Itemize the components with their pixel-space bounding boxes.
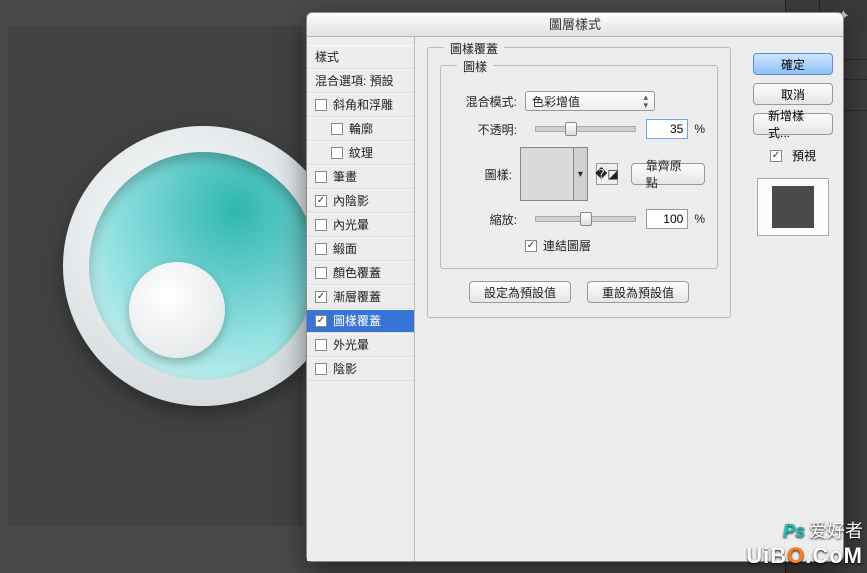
- layer-style-dialog: 圖層樣式 樣式 混合選項: 預設 斜角和浮雕 輪廓 紋理 筆畫 內陰影 內光暈 …: [306, 12, 844, 562]
- pattern-label: 圖樣:: [453, 166, 512, 183]
- style-label: 輪廓: [349, 117, 373, 141]
- default-buttons-row: 設定為預設值 重設為預設值: [440, 281, 718, 303]
- preview-label: 預視: [792, 147, 816, 164]
- blend-mode-row: 混合模式: 色彩增值 ▴▾: [453, 91, 705, 111]
- style-item-bevel[interactable]: 斜角和浮雕: [307, 93, 414, 117]
- reset-default-button[interactable]: 重設為預設值: [587, 281, 689, 303]
- scale-label: 縮放:: [453, 211, 517, 228]
- preview-thumbnail: [772, 186, 814, 228]
- style-label: 圖樣覆蓋: [333, 309, 381, 333]
- fieldset-sub-title: 圖樣: [457, 58, 493, 75]
- checkbox-icon[interactable]: [315, 363, 327, 375]
- pattern-overlay-fieldset: 圖樣覆蓋 圖樣 混合模式: 色彩增值 ▴▾: [427, 47, 731, 318]
- scale-row: 縮放: %: [453, 209, 705, 229]
- style-item-satin[interactable]: 緞面: [307, 237, 414, 261]
- style-label: 內光暈: [333, 213, 369, 237]
- style-list: 樣式 混合選項: 預設 斜角和浮雕 輪廓 紋理 筆畫 內陰影 內光暈 緞面 顏色…: [307, 37, 415, 561]
- style-item-texture[interactable]: 紋理: [307, 141, 414, 165]
- blend-options-item[interactable]: 混合選項: 預設: [307, 69, 414, 93]
- shape-inner-circle: [89, 152, 317, 380]
- document-canvas: [8, 26, 303, 526]
- blend-mode-select[interactable]: 色彩增值 ▴▾: [525, 91, 655, 111]
- style-label: 筆畫: [333, 165, 357, 189]
- style-item-contour[interactable]: 輪廓: [307, 117, 414, 141]
- percent-label: %: [694, 122, 705, 136]
- checkbox-icon[interactable]: [315, 315, 327, 327]
- opacity-slider[interactable]: [535, 126, 636, 132]
- snap-origin-button[interactable]: 靠齊原點: [631, 163, 705, 185]
- checkbox-icon[interactable]: [315, 243, 327, 255]
- opacity-label: 不透明:: [453, 121, 517, 138]
- pattern-picker-arrow[interactable]: ▾: [574, 147, 588, 201]
- style-label: 內陰影: [333, 189, 369, 213]
- style-item-gradient-overlay[interactable]: 漸層覆蓋: [307, 285, 414, 309]
- blend-mode-label: 混合模式:: [453, 93, 517, 110]
- style-item-color-overlay[interactable]: 顏色覆蓋: [307, 261, 414, 285]
- slider-thumb[interactable]: [580, 212, 592, 226]
- checkbox-icon[interactable]: [315, 171, 327, 183]
- checkbox-icon[interactable]: [315, 291, 327, 303]
- settings-panel: 圖樣覆蓋 圖樣 混合模式: 色彩增值 ▴▾: [415, 37, 743, 561]
- checkbox-icon[interactable]: [331, 123, 343, 135]
- watermark-url: UiBO.CoM: [746, 543, 863, 569]
- pattern-row: 圖樣: ▾ �◪ 靠齊原點: [453, 147, 705, 201]
- link-layer-label: 連結圖層: [543, 237, 591, 254]
- set-default-button[interactable]: 設定為預設值: [469, 281, 571, 303]
- pattern-fieldset: 圖樣 混合模式: 色彩增值 ▴▾ 不透明:: [440, 65, 718, 269]
- checkbox-icon[interactable]: [315, 339, 327, 351]
- checkbox-icon[interactable]: [315, 219, 327, 231]
- checkbox-icon[interactable]: [331, 147, 343, 159]
- new-preset-icon[interactable]: �◪: [596, 163, 618, 185]
- new-style-button[interactable]: 新增樣式...: [753, 113, 833, 135]
- shape-knob: [129, 262, 225, 358]
- style-label: 陰影: [333, 357, 357, 381]
- preview-row: 預視: [753, 147, 833, 164]
- style-item-inner-shadow[interactable]: 內陰影: [307, 189, 414, 213]
- style-item-pattern-overlay[interactable]: 圖樣覆蓋: [307, 309, 414, 333]
- watermark-han: 爱好者: [809, 521, 863, 541]
- style-item-outer-glow[interactable]: 外光暈: [307, 333, 414, 357]
- opacity-input[interactable]: [646, 119, 688, 139]
- checkbox-icon[interactable]: [315, 99, 327, 111]
- fieldset-title: 圖樣覆蓋: [444, 40, 504, 57]
- dialog-title[interactable]: 圖層樣式: [307, 13, 843, 37]
- checkbox-icon[interactable]: [315, 267, 327, 279]
- link-layer-row: 連結圖層: [525, 237, 705, 254]
- styles-header[interactable]: 樣式: [307, 45, 414, 69]
- dialog-action-column: 確定 取消 新增樣式... 預視: [743, 37, 843, 561]
- slider-thumb[interactable]: [565, 122, 577, 136]
- style-label: 斜角和浮雕: [333, 93, 393, 117]
- shape-outer-circle: [63, 126, 343, 406]
- style-label: 緞面: [333, 237, 357, 261]
- checkbox-icon[interactable]: [315, 195, 327, 207]
- style-item-stroke[interactable]: 筆畫: [307, 165, 414, 189]
- cancel-button[interactable]: 取消: [753, 83, 833, 105]
- watermark-ps: Ps: [783, 521, 805, 541]
- style-label: 漸層覆蓋: [333, 285, 381, 309]
- blend-mode-value: 色彩增值: [532, 93, 580, 110]
- preview-checkbox[interactable]: [770, 150, 782, 162]
- style-label: 外光暈: [333, 333, 369, 357]
- ok-button[interactable]: 確定: [753, 53, 833, 75]
- style-item-inner-glow[interactable]: 內光暈: [307, 213, 414, 237]
- pattern-swatch[interactable]: [520, 147, 574, 201]
- style-item-drop-shadow[interactable]: 陰影: [307, 357, 414, 381]
- watermark: Ps 爱好者 UiBO.CoM: [746, 517, 863, 569]
- scale-slider[interactable]: [535, 216, 636, 222]
- preview-swatch: [757, 178, 829, 236]
- select-arrows-icon: ▴▾: [643, 93, 648, 109]
- style-label: 紋理: [349, 141, 373, 165]
- scale-input[interactable]: [646, 209, 688, 229]
- style-label: 顏色覆蓋: [333, 261, 381, 285]
- percent-label: %: [694, 212, 705, 226]
- opacity-row: 不透明: %: [453, 119, 705, 139]
- link-layer-checkbox[interactable]: [525, 240, 537, 252]
